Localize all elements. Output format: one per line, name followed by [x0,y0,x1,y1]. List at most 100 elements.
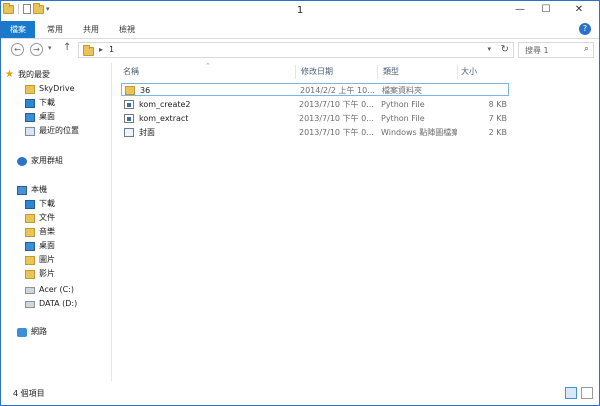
back-button[interactable]: ← [11,43,24,56]
nav-label: 我的最愛 [17,70,50,79]
nav-label: 下載 [39,98,55,107]
nav-label: DATA (D:) [39,299,78,308]
file-row[interactable]: kom_extract 2013/7/10 下午 0... Python Fil… [121,112,509,125]
drive-icon [25,300,35,308]
file-name: 封面 [139,128,155,137]
nav-label: 本機 [31,185,47,194]
search-icon[interactable]: ⌕ [584,44,589,54]
close-button[interactable]: ✕ [559,1,599,19]
help-icon[interactable]: ? [579,23,591,35]
nav-item-skydrive[interactable]: SkyDrive [25,83,75,95]
nav-homegroup[interactable]: 家用群組 [17,155,63,167]
nav-favorites[interactable]: ★ 我的最愛 [5,69,50,81]
file-date: 2013/7/10 下午 0... [299,128,374,137]
nav-label: 圖片 [39,255,55,264]
file-type: Python File [381,114,425,123]
downloads-icon [25,199,35,209]
large-icons-view-icon[interactable] [581,387,593,399]
forward-button[interactable]: → [30,43,43,56]
downloads-icon [25,98,35,108]
ribbon-tabs: 檔案 常用 共用 檢視 ? [1,21,599,39]
column-divider[interactable] [295,65,296,79]
file-date: 2013/7/10 下午 0... [299,114,374,123]
nav-item-drive-d[interactable]: DATA (D:) [25,298,77,310]
address-dropdown-icon[interactable]: ▾ [487,45,491,53]
breadcrumb-separator-icon[interactable]: ▸ [99,45,103,54]
file-size: 8 KB [488,100,507,109]
file-type: Python File [381,100,425,109]
nav-this-pc[interactable]: 本機 [17,184,47,196]
file-date: 2014/2/2 上午 10... [300,86,375,95]
up-button[interactable]: ↑ [63,42,71,53]
column-header-type[interactable]: 類型 [383,65,459,79]
breadcrumb[interactable]: 1 [109,45,114,54]
star-icon: ★ [5,69,14,80]
maximize-button[interactable]: ☐ [533,1,559,19]
nav-item-pc-desktop[interactable]: 桌面 [25,240,55,252]
file-type: 檔案資料夾 [382,86,422,95]
recent-places-icon [25,126,35,136]
nav-label: 最近的位置 [39,126,79,135]
column-divider[interactable] [457,65,458,79]
refresh-icon[interactable]: ↻ [501,44,509,55]
details-view-icon[interactable] [565,387,577,399]
file-size: 2 KB [488,128,507,137]
tab-share[interactable]: 共用 [77,21,105,38]
nav-item-pc-downloads[interactable]: 下載 [25,198,55,210]
file-size: 7 KB [488,114,507,123]
file-row[interactable]: 封面 2013/7/10 下午 0... Windows 點陣圖檔案 2 KB [121,126,509,139]
tab-view[interactable]: 檢視 [113,21,141,38]
tab-file[interactable]: 檔案 [1,21,35,38]
drive-icon [25,286,35,294]
minimize-button[interactable]: — [507,1,533,19]
nav-item-drive-c[interactable]: Acer (C:) [25,284,74,296]
python-file-icon [124,100,134,109]
network-icon [17,327,27,337]
bitmap-icon [124,128,134,137]
address-bar[interactable]: ▸ 1 ▾ ↻ [78,42,514,58]
nav-item-videos[interactable]: 影片 [25,268,55,280]
tab-home[interactable]: 常用 [41,21,69,38]
column-header-date[interactable]: 修改日期 [301,65,377,79]
nav-label: 下載 [39,199,55,208]
column-header-size[interactable]: 大小 [461,65,507,79]
nav-item-desktop[interactable]: 桌面 [25,111,55,123]
folder-icon [125,86,135,95]
desktop-icon [25,241,35,251]
item-count: 4 個項目 [13,389,45,398]
search-input[interactable]: 搜尋 1 [525,45,549,56]
videos-icon [25,269,35,279]
title-bar: ▾ 1 — ☐ ✕ [1,1,599,21]
nav-label: 桌面 [39,241,55,250]
python-file-icon [124,114,134,123]
column-divider[interactable] [377,65,378,79]
file-row[interactable]: kom_create2 2013/7/10 下午 0... Python Fil… [121,98,509,111]
computer-icon [17,185,27,195]
nav-network[interactable]: 網路 [17,326,47,338]
search-box[interactable]: 搜尋 1 ⌕ [518,42,594,58]
recent-locations-icon[interactable]: ▾ [48,44,52,52]
file-name: kom_create2 [139,100,191,109]
file-list: ⌃ 名稱 修改日期 類型 大小 36 2014/2/2 上午 10... 檔案資… [113,62,599,381]
nav-label: 文件 [39,213,55,222]
column-header-name[interactable]: 名稱 [123,65,293,79]
homegroup-icon [17,156,27,166]
desktop-icon [25,112,35,122]
nav-item-downloads[interactable]: 下載 [25,97,55,109]
nav-label: 家用群組 [31,156,63,165]
file-row[interactable]: 36 2014/2/2 上午 10... 檔案資料夾 [121,83,509,96]
nav-label: 桌面 [39,112,55,121]
navigation-pane: ★ 我的最愛 SkyDrive 下載 桌面 最近的位置 家用群組 本機 下載 文… [1,63,112,381]
nav-item-recent-places[interactable]: 最近的位置 [25,125,79,137]
file-name: kom_extract [139,114,189,123]
navigation-bar: ← → ▾ ↑ ▸ 1 ▾ ↻ 搜尋 1 ⌕ [1,39,599,61]
explorer-window: ▾ 1 — ☐ ✕ 檔案 常用 共用 檢視 ? ← → ▾ ↑ ▸ 1 ▾ ↻ … [0,0,600,406]
nav-item-documents[interactable]: 文件 [25,212,55,224]
nav-item-pictures[interactable]: 圖片 [25,254,55,266]
nav-item-music[interactable]: 音樂 [25,226,55,238]
nav-label: 影片 [39,269,55,278]
nav-label: SkyDrive [39,84,75,93]
file-name: 36 [140,86,151,95]
pictures-icon [25,255,35,265]
file-date: 2013/7/10 下午 0... [299,100,374,109]
